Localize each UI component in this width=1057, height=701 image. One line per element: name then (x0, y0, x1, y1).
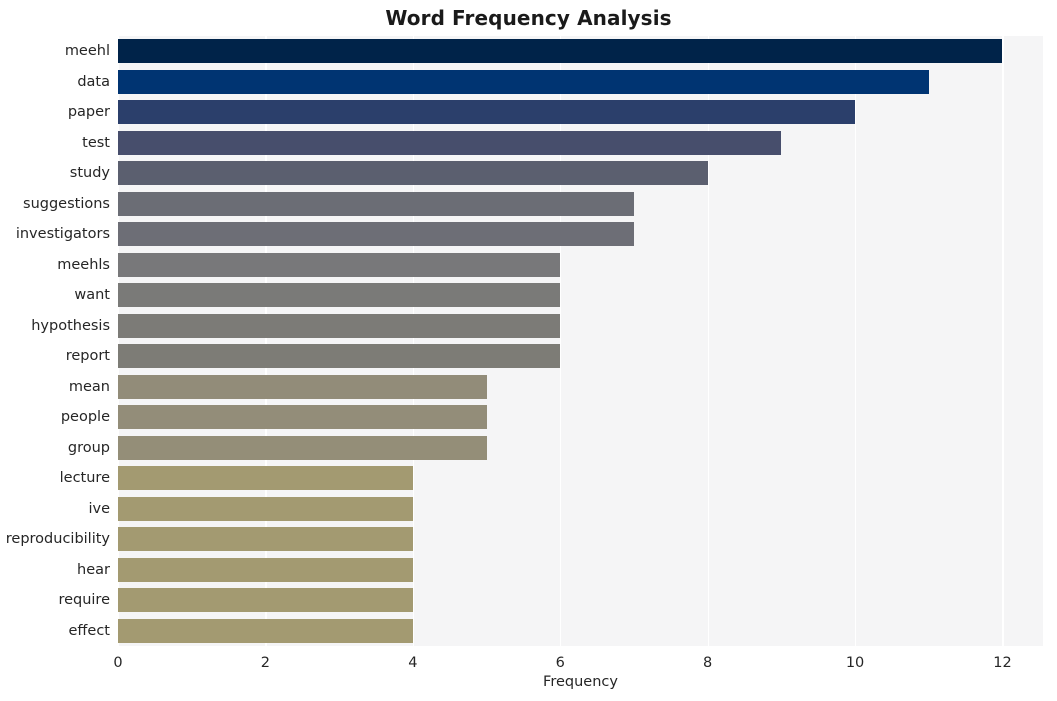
x-tick-label-8: 8 (703, 655, 713, 671)
y-tick-label-mean: mean (68, 378, 110, 395)
bar-reproducibility (118, 527, 413, 552)
bar-row (118, 222, 1043, 247)
x-tick-label-12: 12 (993, 655, 1012, 671)
bar-row (118, 344, 1043, 369)
bar-row (118, 374, 1043, 399)
y-tick-label-want: want (74, 287, 110, 304)
bar-require (118, 588, 413, 613)
x-tick-label-2: 2 (260, 655, 271, 671)
y-tick-label-investigators: investigators (15, 226, 110, 243)
bar-people (118, 405, 487, 430)
bars-layer (118, 36, 1043, 646)
bar-row (118, 191, 1043, 216)
bar-row (118, 161, 1043, 186)
y-tick-label-meehls: meehls (57, 256, 110, 273)
bar-report (118, 344, 561, 369)
bar-row (118, 466, 1043, 491)
y-tick-label-study: study (69, 165, 110, 182)
chart-title: Word Frequency Analysis (385, 6, 672, 30)
y-tick-label-reproducibility: reproducibility (5, 531, 110, 548)
bar-want (118, 283, 561, 308)
x-axis-title: Frequency (543, 674, 618, 690)
bar-suggestions (118, 191, 634, 216)
bar-row (118, 435, 1043, 460)
bar-ive (118, 496, 413, 521)
bar-hypothesis (118, 313, 561, 338)
bar-row (118, 405, 1043, 430)
bar-data (118, 69, 929, 94)
y-tick-label-ive: ive (88, 500, 110, 517)
bar-row (118, 313, 1043, 338)
bar-row (118, 618, 1043, 643)
bar-group (118, 435, 487, 460)
y-tick-label-effect: effect (68, 622, 111, 639)
bar-row (118, 557, 1043, 582)
bar-row (118, 588, 1043, 613)
x-tick-label-0: 0 (113, 655, 123, 671)
x-tick-label-6: 6 (555, 655, 565, 671)
bar-row (118, 39, 1043, 64)
y-tick-label-report: report (65, 348, 110, 365)
chart-figure: Word Frequency Analysis meehl data paper te… (0, 0, 1057, 701)
y-tick-label-paper: paper (67, 104, 110, 121)
y-axis-tick-labels: meehl data paper test study suggestions invest… (0, 36, 110, 646)
bar-row (118, 252, 1043, 277)
bar-lecture (118, 466, 413, 491)
y-tick-label-lecture: lecture (59, 470, 110, 487)
bar-hear (118, 557, 413, 582)
y-tick-label-people: people (60, 409, 110, 426)
y-tick-label-test: test (82, 134, 110, 151)
y-tick-label-group: group (67, 439, 110, 456)
y-tick-label-hypothesis: hypothesis (31, 317, 110, 334)
bar-row (118, 527, 1043, 552)
y-tick-label-hear: hear (77, 561, 110, 578)
bar-meehl (118, 39, 1003, 64)
bar-row (118, 496, 1043, 521)
bar-mean (118, 374, 487, 399)
y-tick-label-data: data (77, 73, 110, 90)
bar-row (118, 100, 1043, 125)
bar-paper (118, 100, 856, 125)
bar-row (118, 69, 1043, 94)
y-tick-label-require: require (58, 592, 110, 609)
x-tick-label-4: 4 (408, 655, 418, 671)
bar-test (118, 130, 782, 155)
y-tick-label-meehl: meehl (64, 43, 110, 60)
plot-area (118, 36, 1043, 646)
bar-investigators (118, 222, 634, 247)
bar-effect (118, 618, 413, 643)
bar-meehls (118, 252, 561, 277)
x-tick-label-10: 10 (845, 655, 865, 671)
bar-row (118, 130, 1043, 155)
bar-row (118, 283, 1043, 308)
bar-study (118, 161, 708, 186)
y-tick-label-suggestions: suggestions (23, 195, 110, 212)
x-axis-tick-labels: 0 2 4 6 8 10 12 (0, 646, 1057, 676)
